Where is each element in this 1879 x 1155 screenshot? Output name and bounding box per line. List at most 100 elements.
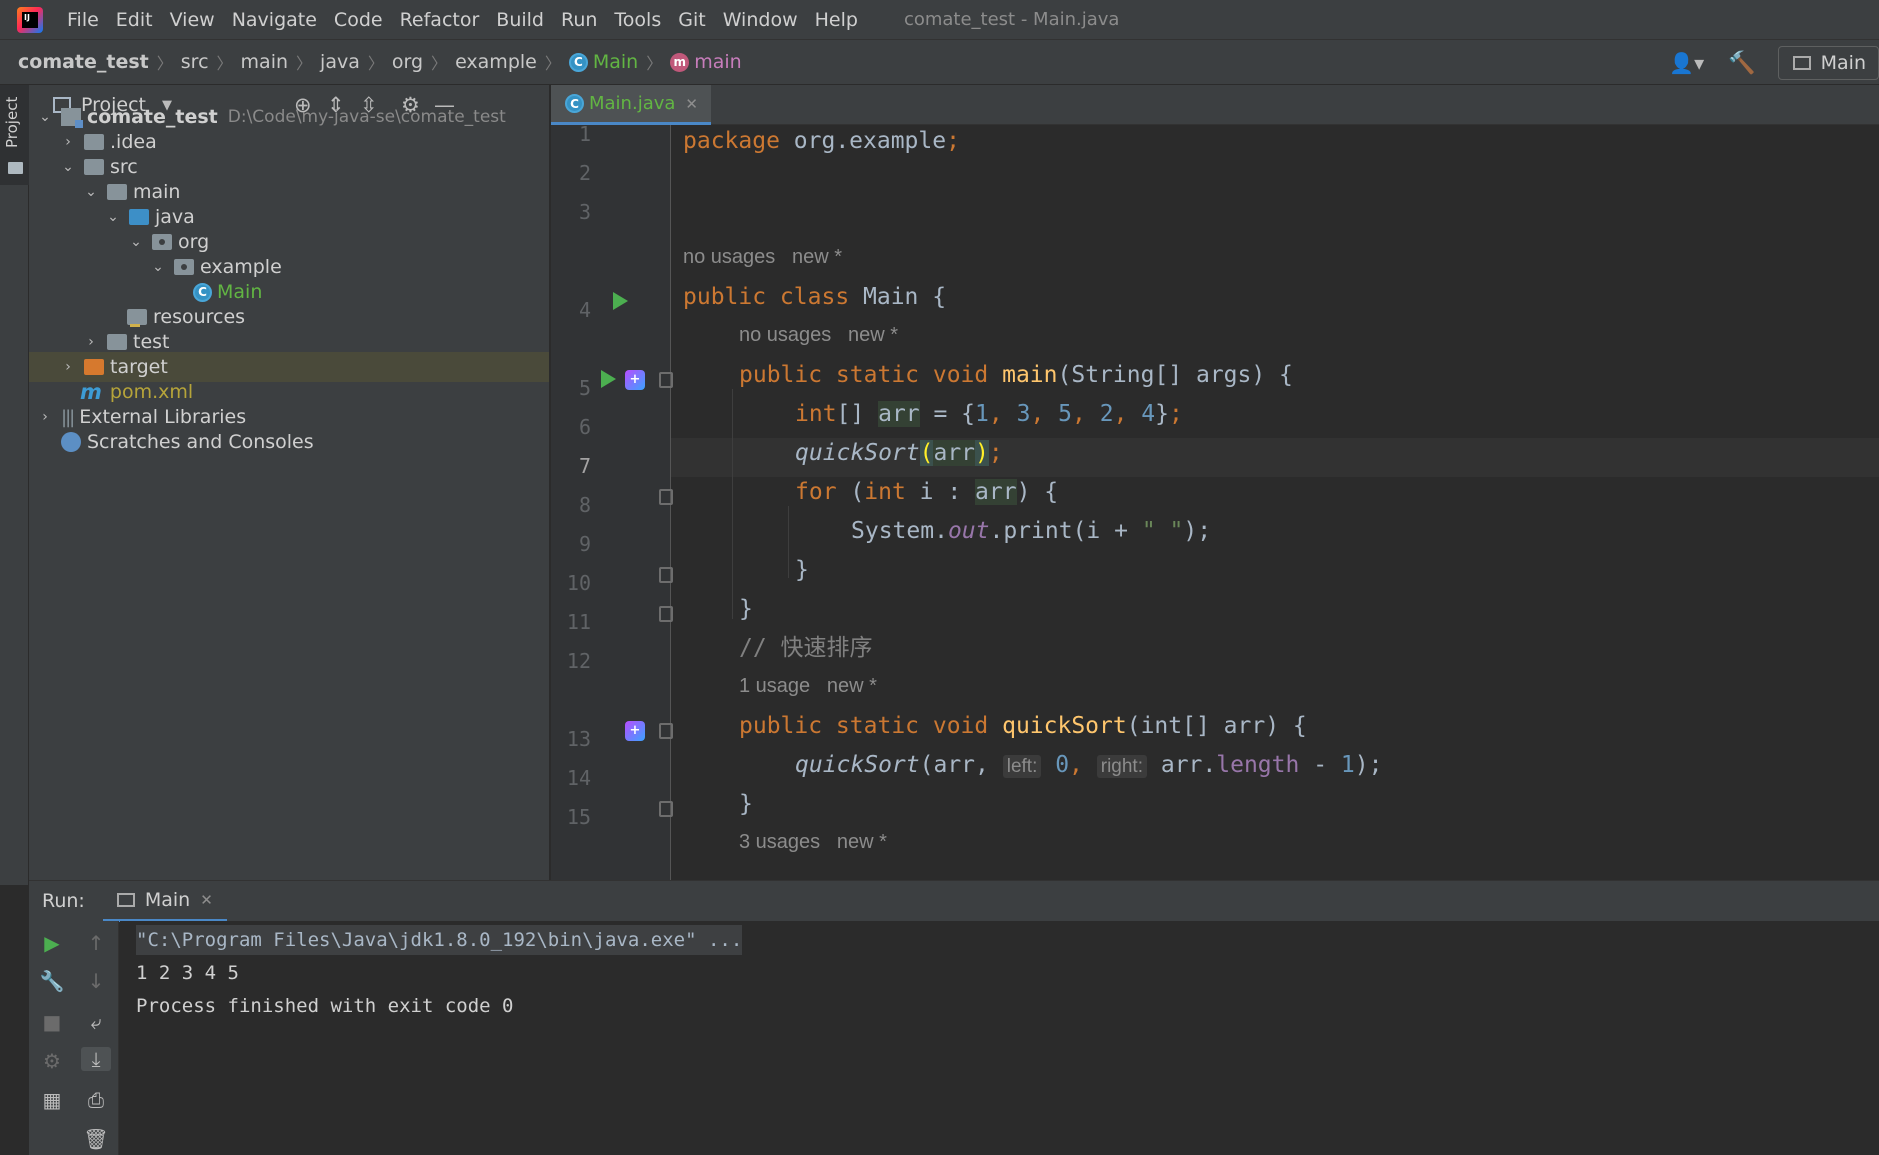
class-icon: C: [565, 94, 584, 113]
menu-window[interactable]: Window: [723, 9, 798, 31]
arrow-up-icon[interactable]: ↑: [81, 931, 111, 955]
tab-main-java[interactable]: C Main.java ✕: [551, 85, 711, 125]
window-title: comate_test - Main.java: [903, 9, 1120, 30]
editor-tab-bar: C Main.java ✕: [551, 85, 1879, 125]
menu-bar: IJ File Edit View Navigate Code Refactor…: [0, 0, 1879, 39]
trash-icon[interactable]: 🗑: [81, 1127, 111, 1151]
soft-wrap-icon[interactable]: ⤶: [81, 1010, 111, 1034]
chevron-right-icon[interactable]: ›: [37, 409, 53, 425]
usage-hint[interactable]: 1 usage new *: [739, 672, 877, 700]
code-editor[interactable]: 1 2 3 4 5 6 7 8 9 10 11 12 13 14 15 + + …: [551, 125, 1879, 880]
folder-icon: [84, 159, 104, 175]
chevron-down-icon[interactable]: ⌄: [60, 159, 76, 175]
ide-window: IJ File Edit View Navigate Code Refactor…: [0, 0, 1879, 1155]
breadcrumb-java[interactable]: java: [320, 51, 360, 73]
run-configuration-selector[interactable]: Main: [1777, 46, 1879, 80]
chevron-down-icon[interactable]: ⌄: [128, 234, 144, 250]
print-icon[interactable]: ⎙: [81, 1088, 111, 1112]
run-tab-main[interactable]: Main ✕: [102, 881, 227, 922]
line-number: 4: [578, 298, 591, 322]
method-icon: m: [670, 52, 690, 72]
run-panel-header: Run: Main ✕: [29, 880, 1879, 922]
line-number: 15: [566, 805, 591, 829]
menu-run[interactable]: Run: [561, 9, 597, 31]
line-number: 8: [578, 493, 591, 517]
menu-refactor[interactable]: Refactor: [400, 9, 480, 31]
project-stripe-label[interactable]: Project: [3, 97, 21, 148]
line-number: 11: [566, 610, 591, 634]
menu-navigate[interactable]: Navigate: [232, 9, 317, 31]
folder-icon: [107, 334, 127, 350]
chevron-right-icon[interactable]: ›: [60, 359, 76, 375]
folder-icon: [84, 134, 104, 150]
ai-assist-icon[interactable]: +: [625, 721, 645, 741]
breadcrumb-example[interactable]: example: [455, 51, 537, 73]
fold-marker-icon[interactable]: [659, 723, 673, 739]
tree-item-scratches[interactable]: Scratches and Consoles: [29, 427, 549, 457]
chevron-down-icon[interactable]: ⌄: [83, 184, 99, 200]
fold-marker-icon[interactable]: [659, 489, 673, 505]
nav-toolbar: 👤▾ 🔨 Main: [1669, 40, 1879, 86]
chevron-right-icon[interactable]: ›: [60, 134, 76, 150]
breadcrumb-method-main[interactable]: m main: [670, 51, 742, 73]
module-folder-icon: [61, 108, 83, 128]
excluded-folder-icon: [84, 359, 104, 375]
code-line-14: quickSort(arr, left: 0, right: arr.lengt…: [795, 752, 1383, 778]
maven-icon: m: [80, 380, 102, 404]
menu-git[interactable]: Git: [678, 9, 705, 31]
intellij-logo-icon: IJ: [17, 6, 43, 33]
run-toolbar: ▶ 🔧 ■ ⚙ ▦ ↑ ↓ ⤶ ⤓ ⎙ 🗑: [29, 921, 119, 1155]
stop-icon[interactable]: ■: [37, 1010, 67, 1034]
menu-file[interactable]: File: [67, 9, 99, 31]
breadcrumb-separator-icon: 〉: [367, 54, 384, 73]
chevron-down-icon[interactable]: ⌄: [105, 209, 121, 225]
breadcrumb-class-main[interactable]: C Main: [568, 51, 638, 73]
chevron-down-icon[interactable]: ⌄: [37, 109, 53, 125]
close-icon[interactable]: ✕: [685, 95, 698, 113]
fold-marker-icon[interactable]: [659, 567, 673, 583]
layout-icon[interactable]: ▦: [37, 1088, 67, 1112]
scroll-to-end-icon[interactable]: ⤓: [81, 1047, 111, 1071]
usage-hint[interactable]: no usages new *: [739, 321, 898, 349]
left-tool-stripe: [0, 85, 29, 885]
chevron-right-icon[interactable]: ›: [83, 334, 99, 350]
menu-tools[interactable]: Tools: [614, 9, 661, 31]
menu-edit[interactable]: Edit: [116, 9, 153, 31]
breadcrumb-separator-icon: 〉: [431, 54, 448, 73]
application-icon: [116, 892, 135, 907]
chevron-down-icon[interactable]: ⌄: [150, 259, 166, 275]
rerun-icon[interactable]: ▶: [37, 931, 67, 955]
menu-build[interactable]: Build: [496, 9, 544, 31]
line-number: 5: [578, 376, 591, 400]
wrench-icon[interactable]: 🔧: [37, 969, 67, 993]
breadcrumb-src[interactable]: src: [181, 51, 209, 73]
ai-assist-icon[interactable]: +: [625, 370, 645, 390]
fold-marker-icon[interactable]: [659, 372, 673, 388]
code-line-12: // 快速排序: [739, 635, 873, 661]
line-number: 12: [566, 649, 591, 673]
debug-gear-icon[interactable]: ⚙: [37, 1049, 67, 1073]
code-line-11: }: [739, 596, 753, 622]
breadcrumb-project[interactable]: comate_test: [18, 51, 149, 73]
indent-guide: [788, 506, 789, 578]
breadcrumb-org[interactable]: org: [392, 51, 423, 73]
run-main-icon[interactable]: [601, 370, 616, 388]
run-console[interactable]: "C:\Program Files\Java\jdk1.8.0_192\bin\…: [120, 921, 1879, 1155]
usage-hint[interactable]: no usages new *: [683, 243, 842, 271]
code-line-4: public class Main {: [683, 284, 947, 310]
menu-code[interactable]: Code: [334, 9, 383, 31]
console-command-line: "C:\Program Files\Java\jdk1.8.0_192\bin\…: [136, 925, 743, 955]
run-class-icon[interactable]: [613, 292, 628, 310]
class-icon: C: [568, 52, 588, 72]
usage-hint[interactable]: 3 usages new *: [739, 828, 887, 856]
breadcrumb-main[interactable]: main: [241, 51, 288, 73]
library-icon: |||: [61, 406, 75, 428]
build-hammer-icon[interactable]: 🔨: [1728, 51, 1755, 76]
fold-marker-icon[interactable]: [659, 606, 673, 622]
menu-help[interactable]: Help: [815, 9, 858, 31]
fold-marker-icon[interactable]: [659, 801, 673, 817]
close-icon[interactable]: ✕: [200, 891, 213, 909]
arrow-down-icon[interactable]: ↓: [81, 969, 111, 993]
menu-view[interactable]: View: [170, 9, 215, 31]
user-icon[interactable]: 👤▾: [1669, 51, 1704, 75]
